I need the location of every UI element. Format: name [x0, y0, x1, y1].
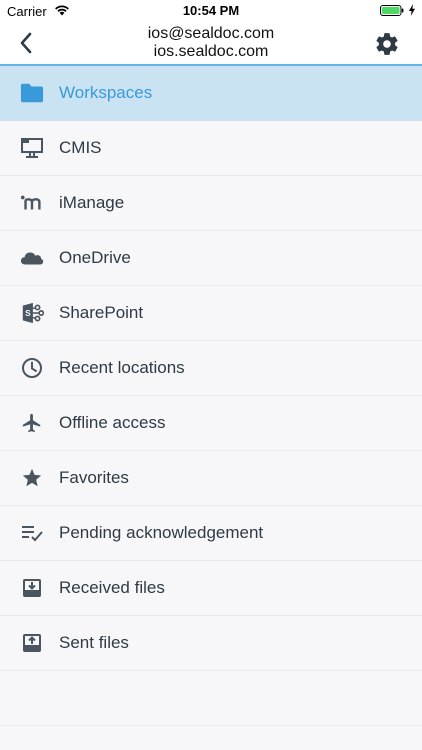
airplane-icon: [20, 411, 44, 435]
gear-icon: [376, 33, 398, 55]
menu-item-label: Pending acknowledgement: [59, 523, 264, 542]
svg-text:S: S: [25, 308, 31, 318]
chevron-left-icon: [20, 32, 32, 54]
account-email: ios@sealdoc.com: [147, 25, 275, 42]
menu-item-onedrive[interactable]: OneDrive: [0, 231, 422, 286]
navigation-menu: Workspaces CMIS iManage OneDrive S Share…: [0, 66, 422, 726]
status-time: 10:54 PM: [182, 3, 240, 18]
menu-item-label: iManage: [59, 193, 125, 212]
account-server: ios.sealdoc.com: [153, 43, 269, 60]
navigation-bar: ios@sealdoc.com ios.sealdoc.com: [0, 22, 422, 66]
inbox-download-icon: [20, 576, 44, 600]
menu-item-label: Favorites: [59, 468, 129, 487]
menu-item-label: CMIS: [59, 138, 102, 157]
clock-icon: [20, 356, 44, 380]
menu-item-label: Offline access: [59, 413, 166, 432]
menu-item-received-files[interactable]: Received files: [0, 561, 422, 616]
battery-icon: [380, 5, 404, 16]
account-title: ios@sealdoc.com ios.sealdoc.com: [80, 25, 342, 61]
inbox-upload-icon: [20, 631, 44, 655]
menu-item-imanage[interactable]: iManage: [0, 176, 422, 231]
menu-item-offline-access[interactable]: Offline access: [0, 396, 422, 451]
menu-item-pending-acknowledgement[interactable]: Pending acknowledgement: [0, 506, 422, 561]
checklist-icon: [20, 521, 44, 545]
menu-item-label: Recent locations: [59, 358, 185, 377]
cmis-icon: [20, 136, 44, 160]
menu-item-label: SharePoint: [59, 303, 144, 322]
cloud-icon: [20, 246, 44, 270]
menu-item-label: Received files: [59, 578, 165, 597]
menu-item-label: Sent files: [59, 633, 129, 652]
menu-item-label: Workspaces: [59, 83, 153, 102]
status-bar: Carrier 10:54 PM: [0, 0, 422, 22]
sharepoint-icon: S: [20, 301, 44, 325]
menu-item-label: OneDrive: [59, 248, 131, 267]
menu-item-cmis[interactable]: CMIS: [0, 121, 422, 176]
empty-row: [0, 671, 422, 726]
menu-item-recent-locations[interactable]: Recent locations: [0, 341, 422, 396]
charging-bolt-icon: [409, 4, 415, 16]
menu-item-favorites[interactable]: Favorites: [0, 451, 422, 506]
folder-icon: [20, 81, 44, 105]
imanage-icon: [20, 191, 44, 215]
back-button[interactable]: [10, 28, 42, 58]
menu-item-workspaces[interactable]: Workspaces: [0, 66, 422, 121]
settings-button[interactable]: [372, 29, 402, 59]
menu-item-sharepoint[interactable]: S SharePoint: [0, 286, 422, 341]
star-icon: [20, 466, 44, 490]
menu-item-sent-files[interactable]: Sent files: [0, 616, 422, 671]
